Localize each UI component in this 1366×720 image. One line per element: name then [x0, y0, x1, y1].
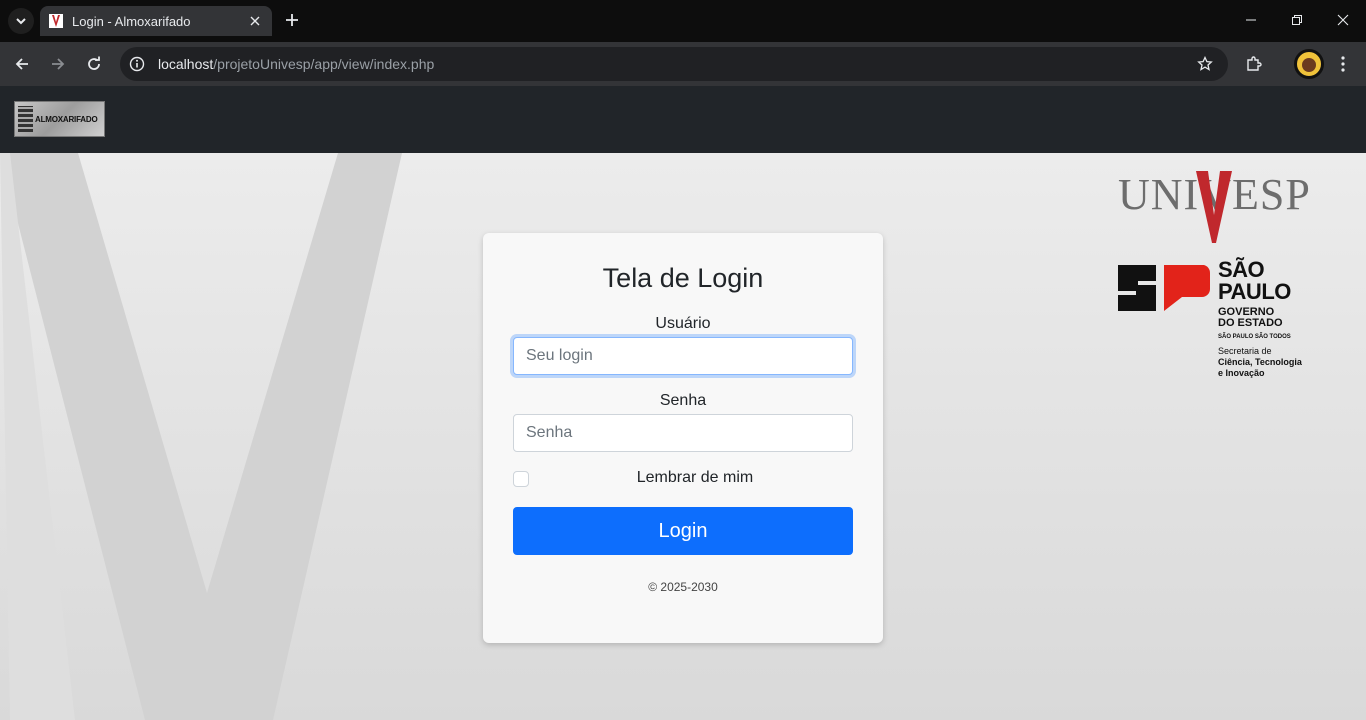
menu-icon[interactable] — [1330, 51, 1356, 77]
login-card: Tela de Login Usuário Senha Lembrar de m… — [483, 233, 883, 643]
login-button[interactable]: Login — [513, 507, 853, 555]
avatar-face-icon — [1302, 58, 1316, 72]
sp-line-1: SÃO — [1218, 257, 1265, 282]
url-path: /projetoUnivesp/app/view/index.php — [213, 56, 435, 72]
secretaria-line-2: Ciência, Tecnologia — [1218, 357, 1302, 367]
window-close-icon[interactable] — [1320, 0, 1366, 40]
partner-logos: UNIVESP SÃO PAULO GOVERNO DO ESTADO SÃO … — [1114, 167, 1334, 407]
username-input[interactable] — [513, 337, 853, 375]
site-info-icon[interactable] — [126, 53, 148, 75]
secretaria-line-3: e Inovação — [1218, 368, 1265, 378]
browser-tabstrip: Login - Almoxarifado — [0, 0, 1366, 42]
password-input[interactable] — [513, 414, 853, 452]
background-v-icon — [0, 153, 402, 720]
username-label: Usuário — [655, 315, 711, 332]
reload-icon[interactable] — [81, 51, 107, 77]
close-icon[interactable] — [244, 10, 266, 32]
new-tab-icon[interactable] — [280, 8, 304, 32]
site-navbar: ALMOXARIFADO — [0, 86, 1366, 153]
sp-line-2: PAULO — [1218, 279, 1291, 304]
univesp-v-icon — [1196, 171, 1232, 243]
page-title: Tela de Login — [602, 263, 764, 293]
url-text: localhost/projetoUnivesp/app/view/index.… — [158, 56, 434, 72]
profile-avatar[interactable] — [1294, 49, 1324, 79]
page-body: UNIVESP SÃO PAULO GOVERNO DO ESTADO SÃO … — [0, 153, 1366, 720]
copyright-text: © 2025-2030 — [648, 580, 718, 594]
url-host: localhost — [158, 56, 214, 72]
gov-line-2: DO ESTADO — [1218, 317, 1283, 329]
secretaria-line-1: Secretaria de — [1218, 346, 1272, 356]
back-icon[interactable] — [9, 51, 35, 77]
browser-tab[interactable]: Login - Almoxarifado — [40, 6, 272, 36]
restore-icon[interactable] — [1274, 0, 1320, 40]
brand-logo[interactable]: ALMOXARIFADO — [14, 101, 105, 137]
browser-toolbar: localhost/projetoUnivesp/app/view/index.… — [0, 42, 1366, 86]
remember-checkbox[interactable] — [513, 471, 529, 487]
brand-text: ALMOXARIFADO — [35, 114, 98, 124]
sp-government-text: SÃO PAULO GOVERNO DO ESTADO SÃO PAULO SÃ… — [1218, 259, 1302, 379]
sp-slogan: SÃO PAULO SÃO TODOS — [1218, 334, 1291, 340]
minimize-icon[interactable] — [1228, 0, 1274, 40]
forward-icon[interactable] — [45, 51, 71, 77]
tab-title: Login - Almoxarifado — [72, 13, 191, 29]
address-bar[interactable]: localhost/projetoUnivesp/app/view/index.… — [120, 47, 1228, 81]
star-icon[interactable] — [1194, 53, 1216, 75]
sp-mark-icon — [1118, 265, 1211, 311]
tab-search-icon[interactable] — [8, 8, 34, 34]
univesp-favicon-icon — [49, 14, 63, 28]
extensions-icon[interactable] — [1241, 51, 1267, 77]
password-label: Senha — [659, 392, 707, 409]
remember-label[interactable]: Lembrar de mim — [529, 469, 861, 487]
shelf-icon — [18, 106, 33, 132]
